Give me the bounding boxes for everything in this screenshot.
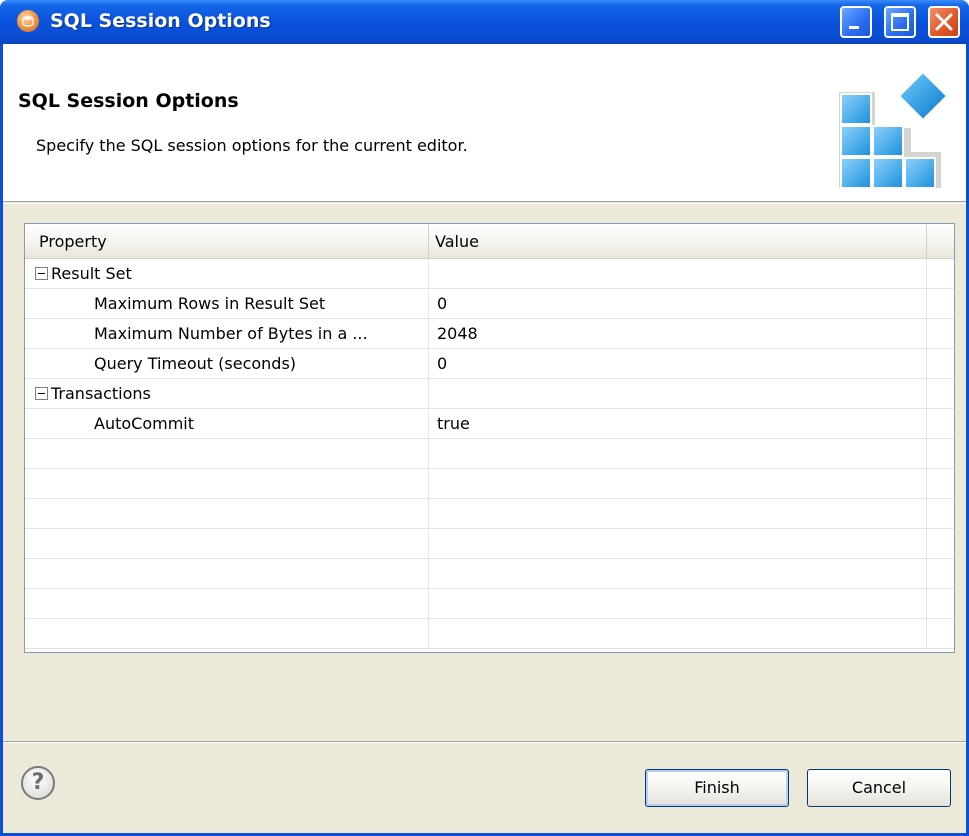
help-icon[interactable]: ?	[21, 766, 55, 800]
property-cell	[25, 439, 429, 469]
value-cell[interactable]: true	[429, 409, 927, 439]
app-icon	[17, 10, 39, 32]
property-cell	[25, 589, 429, 619]
value-cell	[429, 439, 927, 469]
property-cell: Result Set	[25, 259, 429, 289]
table-row-empty	[25, 529, 954, 559]
property-cell	[25, 529, 429, 559]
property-cell: Maximum Number of Bytes in a ...	[25, 319, 429, 349]
value-cell[interactable]: 0	[429, 349, 927, 379]
value-cell	[429, 259, 927, 289]
value-cell[interactable]: 0	[429, 289, 927, 319]
window-title: SQL Session Options	[50, 10, 271, 32]
value-cell	[429, 469, 927, 499]
column-header-property[interactable]: Property	[25, 224, 429, 259]
dialog-client-area: SQL Session Options Specify the SQL sess…	[3, 44, 966, 833]
button-bar-separator-highlight	[3, 742, 966, 743]
value-cell	[429, 589, 927, 619]
category-label: Result Set	[51, 264, 132, 283]
page-description: Specify the SQL session options for the …	[36, 136, 468, 155]
value-cell	[429, 559, 927, 589]
column-header-filler	[927, 224, 954, 259]
table-row[interactable]: Maximum Number of Bytes in a ... 2048	[25, 319, 954, 349]
property-cell	[25, 619, 429, 649]
column-header-value[interactable]: Value	[429, 224, 927, 259]
table-row-empty	[25, 589, 954, 619]
table-row[interactable]: Result Set	[25, 259, 954, 289]
table-row-empty	[25, 499, 954, 529]
cancel-button[interactable]: Cancel	[807, 769, 951, 807]
property-cell: Query Timeout (seconds)	[25, 349, 429, 379]
value-cell	[429, 529, 927, 559]
property-label: Maximum Number of Bytes in a ...	[94, 324, 368, 343]
header-banner: SQL Session Options Specify the SQL sess…	[3, 44, 966, 202]
property-cell	[25, 469, 429, 499]
table-row-empty	[25, 619, 954, 649]
database-cubes-icon	[831, 70, 951, 194]
table-row-empty	[25, 469, 954, 499]
dialog-window: SQL Session Options SQL Session Options …	[0, 0, 969, 836]
property-cell	[25, 499, 429, 529]
property-cell: Maximum Rows in Result Set	[25, 289, 429, 319]
maximize-button[interactable]	[884, 6, 916, 38]
value-cell	[429, 619, 927, 649]
collapse-toggle-icon[interactable]	[35, 267, 48, 280]
property-cell: Transactions	[25, 379, 429, 409]
table-row[interactable]: Transactions	[25, 379, 954, 409]
value-cell	[429, 499, 927, 529]
table-row[interactable]: AutoCommit true	[25, 409, 954, 439]
table-row[interactable]: Maximum Rows in Result Set 0	[25, 289, 954, 319]
table-body: Result Set Maximum Rows in Result Set 0 Max…	[25, 259, 954, 649]
property-cell: AutoCommit	[25, 409, 429, 439]
banner-separator	[3, 203, 966, 204]
category-label: Transactions	[51, 384, 151, 403]
table-row-empty	[25, 439, 954, 469]
property-label: Query Timeout (seconds)	[94, 354, 297, 373]
table-row-empty	[25, 559, 954, 589]
close-button[interactable]	[928, 6, 960, 38]
property-cell	[25, 559, 429, 589]
value-cell[interactable]: 2048	[429, 319, 927, 349]
finish-button[interactable]: Finish	[645, 769, 789, 807]
table-header: Property Value	[25, 224, 954, 259]
property-table[interactable]: Property Value Result Set Maximum Rows in…	[24, 223, 955, 653]
property-label: AutoCommit	[94, 414, 194, 433]
property-label: Maximum Rows in Result Set	[94, 294, 326, 313]
collapse-toggle-icon[interactable]	[35, 387, 48, 400]
value-cell	[429, 379, 927, 409]
table-row[interactable]: Query Timeout (seconds) 0	[25, 349, 954, 379]
title-bar[interactable]: SQL Session Options	[0, 0, 969, 44]
minimize-button[interactable]	[840, 6, 872, 38]
page-title: SQL Session Options	[18, 90, 239, 112]
